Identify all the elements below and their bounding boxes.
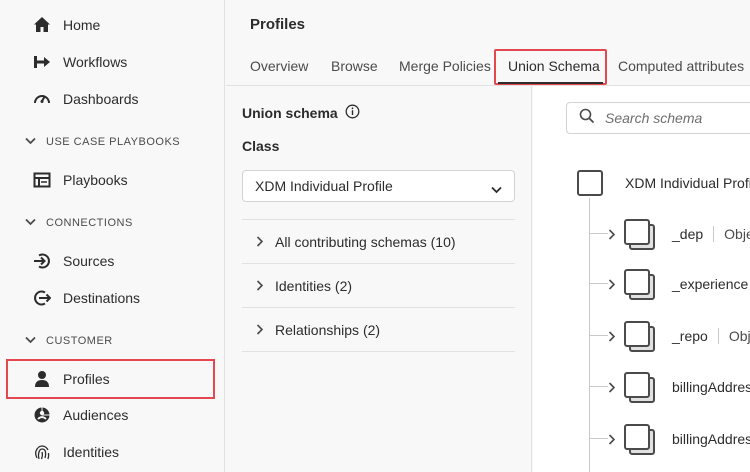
chevron-right-icon[interactable] [608, 329, 616, 347]
nav-sources[interactable]: Sources [8, 243, 213, 279]
tree-node-label: _repo Obj [672, 328, 750, 344]
home-icon [32, 15, 52, 35]
chevron-down-icon [25, 136, 36, 148]
search-schema-input[interactable]: Search schema [566, 102, 750, 134]
union-schema-panel: Union schema Class XDM Individual Profil… [226, 86, 532, 472]
object-icon [624, 424, 658, 458]
workflow-icon [32, 52, 52, 72]
main-content: Profiles Overview Browse Merge Policies … [226, 0, 750, 472]
nav-workflows-label: Workflows [63, 54, 128, 70]
object-icon [624, 269, 658, 303]
chevron-right-icon [256, 234, 264, 250]
tree-node-label: billingAddress [672, 379, 750, 395]
nav-audiences[interactable]: Audiences [8, 397, 213, 433]
panel-title: Union schema [242, 104, 360, 122]
tab-overview[interactable]: Overview [250, 58, 308, 74]
tree-branch-line [590, 438, 608, 439]
chevron-right-icon[interactable] [608, 277, 616, 295]
tab-union-schema[interactable]: Union Schema [508, 58, 600, 74]
chevron-right-icon [256, 278, 264, 294]
nav-home[interactable]: Home [8, 7, 213, 43]
chevron-right-icon[interactable] [608, 227, 616, 245]
chevron-right-icon[interactable] [608, 432, 616, 450]
left-nav-sidebar: Home Workflows Dashboards USE CASE PLAYB… [0, 0, 225, 472]
nav-dashboards-label: Dashboards [63, 91, 139, 107]
accordion-label: All contributing schemas (10) [275, 233, 456, 250]
active-tab-indicator [498, 82, 603, 84]
chevron-down-icon [25, 335, 36, 347]
nav-playbooks-label: Playbooks [63, 172, 128, 188]
nav-workflows[interactable]: Workflows [8, 44, 213, 80]
nav-identities[interactable]: Identities [8, 434, 213, 470]
accordion-label: Identities (2) [275, 277, 353, 294]
tree-node[interactable]: billingAddress [590, 424, 750, 455]
tree-node[interactable]: billingAddress [590, 372, 750, 403]
tree-branch-line [590, 283, 608, 284]
tree-branch-line [590, 233, 608, 234]
tab-browse[interactable]: Browse [331, 58, 378, 74]
search-placeholder: Search schema [605, 110, 703, 126]
nav-playbooks[interactable]: Playbooks [8, 162, 213, 198]
chevron-right-icon [256, 322, 264, 338]
accordion-contributing-schemas[interactable]: All contributing schemas (10) [242, 219, 515, 263]
class-dropdown-value: XDM Individual Profile [255, 178, 393, 194]
object-icon [624, 321, 658, 355]
section-label: CUSTOMER [46, 335, 113, 347]
tree-node[interactable]: _repo Obj [590, 321, 750, 352]
accordion-identities[interactable]: Identities (2) [242, 263, 515, 307]
chevron-right-icon[interactable] [608, 380, 616, 398]
tree-branch-line [590, 335, 608, 336]
section-label: CONNECTIONS [46, 217, 133, 229]
accordion-label: Relationships (2) [275, 321, 381, 338]
section-use-case-playbooks[interactable]: USE CASE PLAYBOOKS [25, 136, 180, 148]
nav-dashboards[interactable]: Dashboards [8, 81, 213, 117]
chevron-down-icon [491, 181, 502, 197]
nav-profiles[interactable]: Profiles [6, 359, 215, 399]
section-connections[interactable]: CONNECTIONS [25, 217, 133, 229]
page-title: Profiles [250, 16, 306, 33]
tree-branch-line [590, 386, 608, 387]
nav-destinations-label: Destinations [63, 290, 141, 306]
profile-icon [32, 369, 52, 389]
tree-node-label: _dep Obje [672, 226, 750, 242]
dashboard-icon [32, 89, 52, 109]
info-icon[interactable] [345, 104, 360, 122]
tab-computed-attributes[interactable]: Computed attributes [618, 58, 744, 74]
section-label: USE CASE PLAYBOOKS [46, 136, 181, 148]
nav-destinations[interactable]: Destinations [8, 280, 213, 316]
search-icon [579, 108, 595, 129]
section-customer[interactable]: CUSTOMER [25, 335, 113, 347]
destinations-icon [32, 288, 52, 308]
object-icon [624, 219, 658, 253]
nav-home-label: Home [63, 17, 101, 33]
tree-node[interactable]: _dep Obje [590, 219, 750, 250]
tree-node-label: billingAddress [672, 431, 750, 447]
panel-title-text: Union schema [242, 105, 338, 121]
nav-identities-label: Identities [63, 444, 120, 460]
class-dropdown[interactable]: XDM Individual Profile [242, 170, 515, 202]
schema-tree-panel: Search schema XDM Individual Profile _de… [533, 86, 750, 472]
accordion-relationships[interactable]: Relationships (2) [242, 307, 515, 351]
nav-sources-label: Sources [63, 253, 115, 269]
tab-bar: Overview Browse Merge Policies Union Sch… [226, 46, 750, 86]
root-node-checkbox[interactable] [577, 170, 603, 196]
accordion-divider [242, 351, 515, 352]
nav-audiences-label: Audiences [63, 407, 129, 423]
chevron-down-icon [25, 217, 36, 229]
sources-icon [32, 251, 52, 271]
audiences-icon [32, 405, 52, 425]
class-label: Class [242, 138, 280, 154]
root-node-label: XDM Individual Profile [625, 175, 750, 191]
tree-node[interactable]: _experience [590, 269, 750, 300]
playbook-icon [32, 170, 52, 190]
fingerprint-icon [32, 442, 52, 462]
tree-node-label: _experience [672, 276, 749, 292]
tab-merge-policies[interactable]: Merge Policies [399, 58, 491, 74]
object-icon [624, 372, 658, 406]
nav-profiles-label: Profiles [63, 371, 110, 387]
